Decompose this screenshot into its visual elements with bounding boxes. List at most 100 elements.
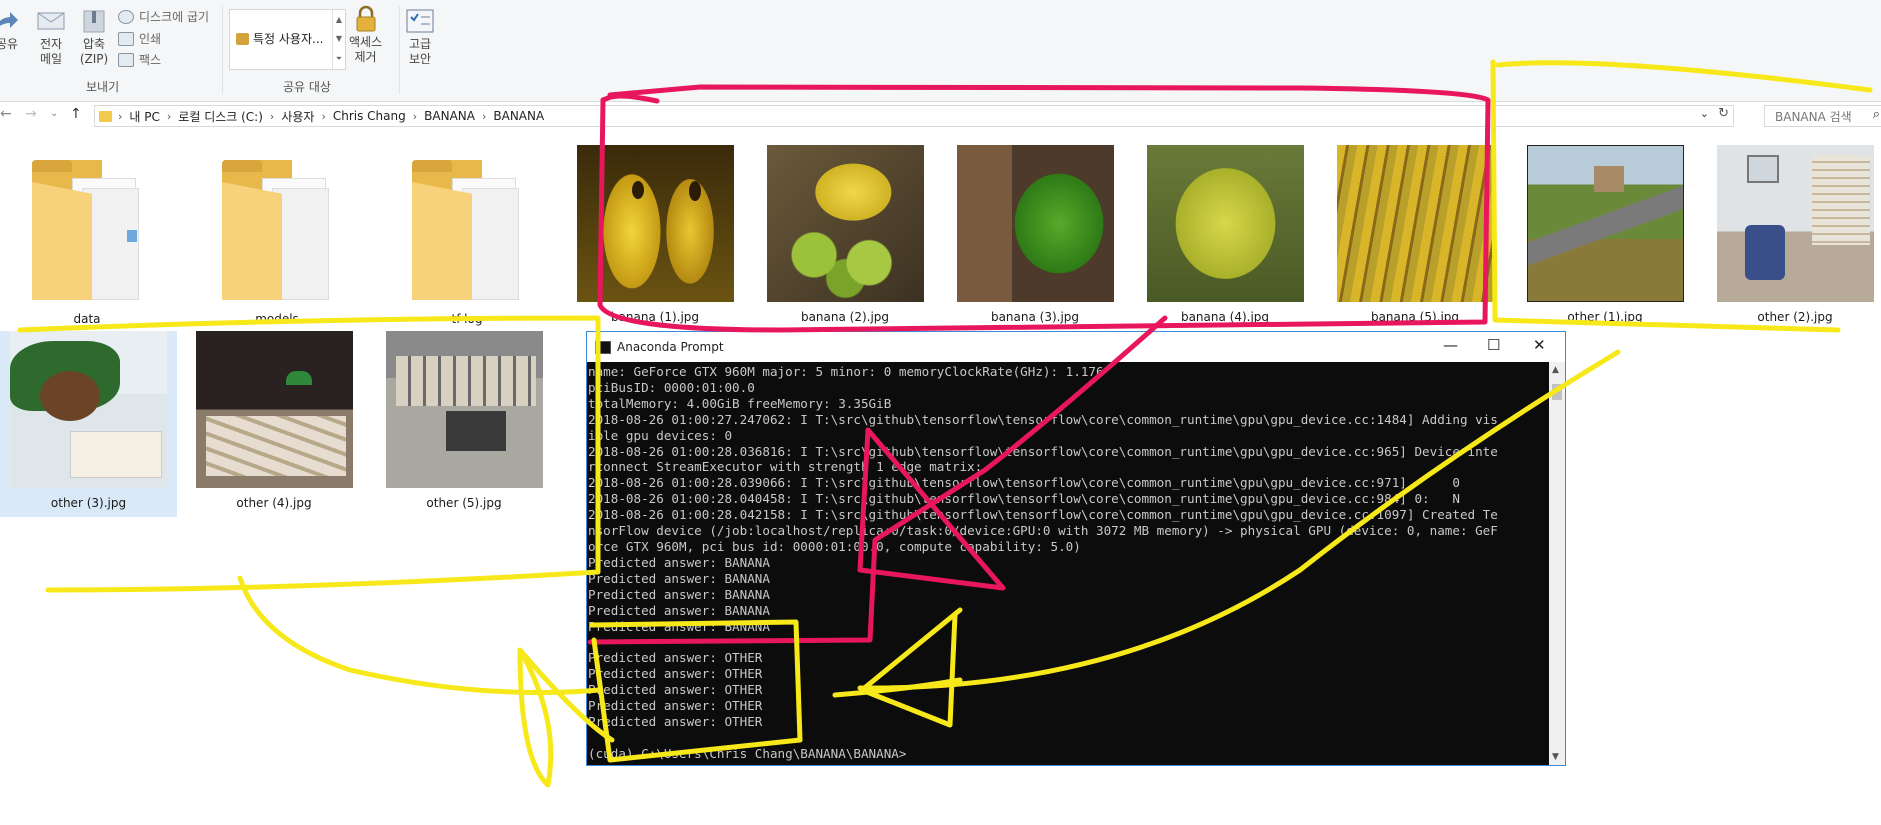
- breadcrumb-local-disk[interactable]: 로컬 디스크 (C:): [178, 108, 263, 125]
- breadcrumb-separator: ›: [118, 109, 123, 123]
- scroll-up-icon[interactable]: ▲: [336, 15, 342, 24]
- email-icon: [36, 8, 66, 34]
- file-name: tf-log: [451, 312, 483, 326]
- file-item-banana-3[interactable]: banana (3).jpg: [943, 145, 1127, 335]
- file-item-banana-5[interactable]: banana (5).jpg: [1323, 145, 1507, 335]
- breadcrumb-my-pc[interactable]: 내 PC: [129, 108, 159, 125]
- breadcrumb-users[interactable]: 사용자: [281, 108, 314, 125]
- anaconda-prompt-window[interactable]: Anaconda Prompt — ☐ ✕ name: GeForce GTX …: [586, 331, 1566, 766]
- scrollbar-thumb[interactable]: [1552, 384, 1562, 400]
- window-titlebar[interactable]: Anaconda Prompt — ☐ ✕: [587, 332, 1565, 362]
- country-road-photo: [1526, 145, 1684, 302]
- advanced-security-button[interactable]: 고급 보안: [405, 8, 435, 67]
- file-name: banana (4).jpg: [1180, 310, 1270, 324]
- folder-icon: [217, 160, 337, 300]
- minimize-icon[interactable]: —: [1443, 336, 1458, 354]
- address-row: ← → ⌄ ↑ › 내 PC › 로컬 디스크 (C:) › 사용자 › Chr…: [0, 102, 1881, 128]
- address-bar[interactable]: › 내 PC › 로컬 디스크 (C:) › 사용자 › Chris Chang…: [94, 105, 1734, 127]
- file-item-other-5[interactable]: other (5).jpg: [372, 331, 556, 521]
- file-name: other (3).jpg: [50, 496, 127, 510]
- fax-button[interactable]: 팩스: [118, 51, 161, 68]
- remove-access-label: 액세스 제거: [349, 35, 383, 64]
- window-title: Anaconda Prompt: [617, 340, 724, 354]
- breadcrumb-separator: ›: [481, 109, 487, 123]
- disc-icon: [118, 9, 134, 24]
- terminal-scrollbar[interactable]: ▲ ▼: [1549, 362, 1565, 765]
- file-item-banana-2[interactable]: banana (2).jpg: [753, 145, 937, 335]
- expand-icon[interactable]: ⏷: [336, 54, 342, 64]
- email-label: 전자 메일: [39, 37, 63, 66]
- terminal-output[interactable]: name: GeForce GTX 960M major: 5 minor: 0…: [587, 362, 1549, 765]
- file-item-models-folder[interactable]: models: [185, 145, 369, 335]
- zip-label: 압축 (ZIP): [79, 37, 109, 66]
- file-item-other-1[interactable]: other (1).jpg: [1513, 145, 1697, 335]
- cluttered-office-photo: [385, 331, 543, 488]
- fax-icon: [118, 52, 134, 67]
- folder-icon: [27, 160, 147, 300]
- address-dropdown-icon[interactable]: ⌄: [1700, 107, 1709, 120]
- ribbon-toolbar: 공유 전자 메일 압축 (ZIP) 디스크에 굽기 인쇄 팩스 보내기 특정 사…: [0, 0, 1881, 102]
- zip-folder-icon: [79, 8, 109, 34]
- refresh-icon[interactable]: ↻: [1718, 106, 1729, 121]
- print-button[interactable]: 인쇄: [118, 30, 161, 47]
- breadcrumb-banana-current[interactable]: BANANA: [493, 109, 544, 123]
- close-icon[interactable]: ✕: [1533, 336, 1546, 354]
- folder-icon: [407, 160, 527, 300]
- recent-locations-icon[interactable]: ⌄: [50, 108, 58, 119]
- share-list-scroll[interactable]: ▲ ▼ ⏷: [332, 10, 345, 69]
- file-item-data-folder[interactable]: data: [0, 145, 179, 335]
- maximize-icon[interactable]: ☐: [1487, 336, 1500, 354]
- remove-access-button[interactable]: 액세스 제거: [349, 5, 383, 65]
- share-with-list[interactable]: 특정 사용자... ▲ ▼ ⏷: [229, 9, 346, 70]
- file-item-banana-1[interactable]: banana (1).jpg: [563, 145, 747, 335]
- file-name: banana (3).jpg: [990, 310, 1080, 324]
- fax-label: 팩스: [139, 53, 162, 67]
- group-divider: [222, 6, 223, 94]
- users-icon: [236, 32, 249, 45]
- banana-bunches-photo: [1336, 145, 1494, 302]
- file-item-banana-4[interactable]: banana (4).jpg: [1133, 145, 1317, 335]
- back-arrow-icon[interactable]: ←: [0, 106, 12, 122]
- lock-icon: [351, 5, 381, 32]
- email-button[interactable]: 전자 메일: [36, 8, 66, 67]
- sleeping-student-photo: [10, 331, 167, 488]
- up-arrow-icon[interactable]: ↑: [70, 106, 82, 122]
- banana-basket-photo: [766, 145, 924, 302]
- terminal-text: name: GeForce GTX 960M major: 5 minor: 0…: [588, 364, 1498, 761]
- scroll-down-icon[interactable]: ▼: [336, 34, 342, 43]
- forward-arrow-icon[interactable]: →: [25, 106, 37, 122]
- file-item-tf-log-folder[interactable]: tf-log: [375, 145, 559, 335]
- zip-button[interactable]: 압축 (ZIP): [79, 8, 109, 67]
- file-name: other (4).jpg: [236, 496, 312, 510]
- advanced-security-label: 고급 보안: [408, 37, 432, 66]
- share-button[interactable]: 공유: [0, 8, 22, 52]
- breadcrumb-user[interactable]: Chris Chang: [333, 109, 406, 123]
- search-input[interactable]: BANANA 검색 ⌕: [1764, 105, 1881, 127]
- breadcrumb-banana[interactable]: BANANA: [424, 109, 475, 123]
- burn-label: 디스크에 굽기: [139, 10, 210, 24]
- file-item-other-4[interactable]: other (4).jpg: [182, 331, 366, 521]
- green-bananas-photo: [956, 145, 1114, 302]
- scroll-down-icon[interactable]: ▼: [1552, 752, 1559, 762]
- small-bananas-photo: [1146, 145, 1304, 302]
- share-with-item[interactable]: 특정 사용자...: [236, 30, 323, 47]
- file-item-other-3[interactable]: other (3).jpg: [0, 331, 177, 517]
- breadcrumb-separator: ›: [269, 109, 275, 123]
- search-placeholder: BANANA 검색: [1775, 109, 1852, 124]
- desk-lamp-photo: [195, 331, 353, 488]
- file-item-other-2[interactable]: other (2).jpg: [1703, 145, 1881, 335]
- scroll-up-icon[interactable]: ▲: [1552, 365, 1559, 375]
- send-group-label: 보내기: [86, 80, 120, 94]
- share-icon: [0, 8, 22, 34]
- search-icon[interactable]: ⌕: [1873, 107, 1880, 122]
- file-name: banana (2).jpg: [800, 310, 890, 324]
- file-name: models: [255, 312, 299, 326]
- printer-icon: [118, 31, 134, 46]
- print-label: 인쇄: [139, 32, 162, 46]
- share-label: 공유: [0, 37, 19, 51]
- burn-disc-button[interactable]: 디스크에 굽기: [118, 8, 209, 25]
- yellow-curve-to-other-answers: [237, 575, 603, 695]
- folder-icon: [99, 110, 112, 122]
- file-name: other (1).jpg: [1567, 310, 1643, 324]
- breadcrumb-separator: ›: [321, 109, 326, 123]
